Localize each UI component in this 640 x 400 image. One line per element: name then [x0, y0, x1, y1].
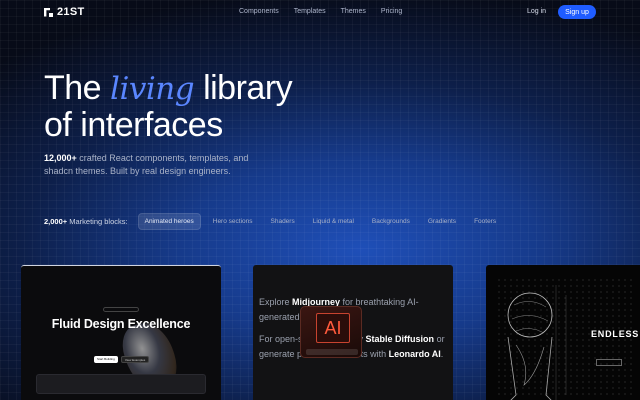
hero-headline: The living library of interfaces	[44, 69, 293, 144]
logo-text: 21ST	[57, 6, 85, 18]
chip-shaders[interactable]: Shaders	[265, 214, 301, 229]
logo-mark-icon	[44, 8, 53, 17]
signup-button[interactable]: Sign up	[558, 5, 596, 19]
blocks-label-text: Marketing blocks:	[67, 217, 128, 226]
card1-tag	[103, 307, 139, 312]
chip-footers[interactable]: Footers	[468, 214, 502, 229]
preview-card-endless[interactable]: ENDLESS	[486, 265, 640, 400]
card3-button[interactable]	[596, 359, 622, 366]
hero-subtitle: 12,000+ crafted React components, templa…	[44, 152, 274, 178]
card2-stable-diffusion: Stable Diffusion	[365, 334, 435, 344]
card1-primary-button[interactable]: Start Building	[94, 356, 118, 363]
logo[interactable]: 21ST	[44, 6, 85, 18]
login-link[interactable]: Log in	[527, 8, 546, 15]
card1-feature-bar	[36, 374, 206, 394]
card2-text-span: .	[440, 349, 444, 359]
headline-accent: living	[110, 71, 195, 107]
blocks-count: 2,000+	[44, 217, 68, 226]
preview-card-fluid-design[interactable]: Fluid Design Excellence Start Building V…	[21, 265, 221, 400]
chip-animated-heroes[interactable]: Animated heroes	[137, 213, 201, 230]
chip-hero-sections[interactable]: Hero sections	[207, 214, 259, 229]
subtitle-count: 12,000+	[44, 153, 77, 163]
headline-line2: of interfaces	[44, 106, 223, 144]
card1-buttons: Start Building View Examples	[94, 356, 150, 363]
ai-overlay-label	[306, 349, 358, 355]
nav-link-pricing[interactable]: Pricing	[381, 8, 402, 15]
nav-link-templates[interactable]: Templates	[294, 8, 326, 15]
chip-backgrounds[interactable]: Backgrounds	[366, 214, 416, 229]
blocks-label: 2,000+ Marketing blocks:	[44, 217, 128, 226]
chip-liquid-metal[interactable]: Liquid & metal	[307, 214, 360, 229]
card3-title: ENDLESS	[591, 329, 640, 339]
card1-secondary-button[interactable]: View Examples	[120, 356, 150, 363]
nav-link-themes[interactable]: Themes	[341, 8, 366, 15]
preview-card-ai-tools[interactable]: Explore Midjourney for breathtaking AI-g…	[253, 265, 453, 400]
ai-glyph-icon: AI	[316, 313, 350, 343]
nav-links: Components Templates Themes Pricing	[239, 8, 402, 15]
card1-title: Fluid Design Excellence	[51, 317, 191, 331]
card2-leonardo: Leonardo AI	[388, 349, 441, 359]
ai-tool-overlay: AI	[300, 306, 362, 358]
chip-gradients[interactable]: Gradients	[422, 214, 462, 229]
nav-link-components[interactable]: Components	[239, 8, 279, 15]
sculpture-illustration-icon	[507, 285, 567, 400]
headline-part2: library	[194, 69, 293, 107]
marketing-blocks-row: 2,000+ Marketing blocks: Animated heroes…	[44, 213, 508, 230]
headline-part1: The	[44, 69, 111, 107]
top-nav: 21ST Components Templates Themes Pricing…	[0, 0, 640, 24]
card2-text-span: Explore	[259, 297, 293, 307]
